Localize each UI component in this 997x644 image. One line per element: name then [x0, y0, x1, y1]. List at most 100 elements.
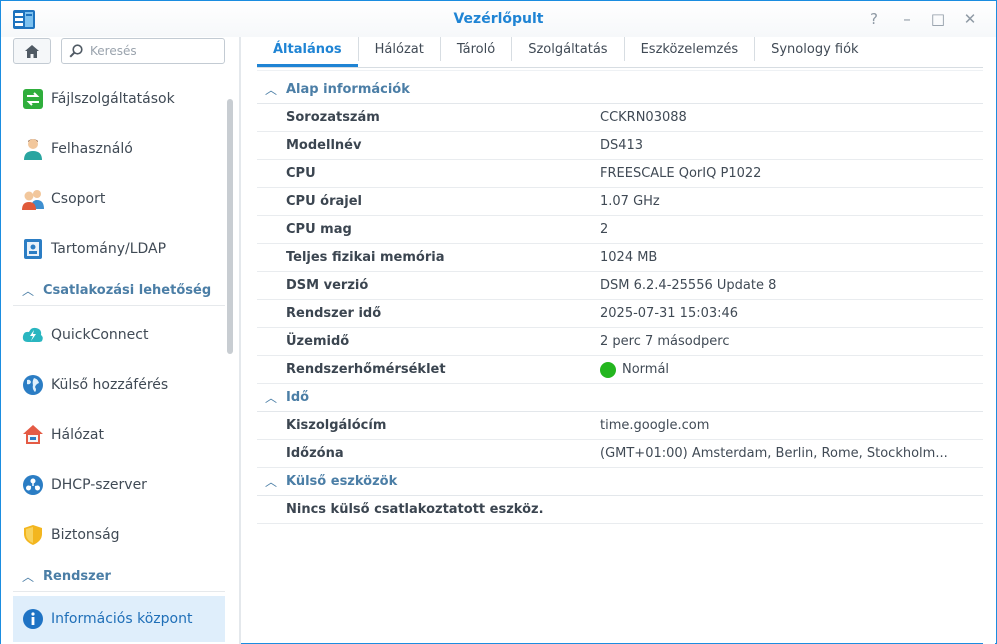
close-button[interactable]: ✕	[960, 9, 980, 29]
info-value: DS413	[600, 138, 644, 153]
info-row: CPU mag 2	[257, 216, 983, 244]
chevron-up-icon: ︿	[22, 570, 35, 584]
info-row: Időzóna (GMT+01:00) Amsterdam, Berlin, Ro…	[257, 440, 983, 468]
sidebar-item-label: Biztonság	[51, 527, 120, 543]
info-key: Teljes fizikai memória	[286, 250, 445, 265]
tab-bar: Általános Hálózat Tároló Szolgáltatás Es…	[257, 37, 983, 67]
sidebar-item-dhcp-server[interactable]: DHCP-szerver	[13, 465, 225, 505]
tab-underline	[257, 70, 983, 71]
sidebar-item-external-access[interactable]: Külső hozzáférés	[13, 365, 225, 405]
info-key: DSM verzió	[286, 278, 369, 293]
home-button[interactable]	[13, 38, 51, 64]
tab-device-analytics[interactable]: Eszközelemzés	[625, 37, 756, 61]
info-value: FREESCALE QorIQ P1022	[600, 166, 762, 181]
sidebar-item-label: DHCP-szerver	[51, 477, 147, 493]
sidebar: Fájlszolgáltatások Felhasználó Csoport T…	[1, 37, 239, 644]
chevron-up-icon: ︿	[22, 284, 35, 298]
temperature-status: Normál	[600, 361, 983, 378]
sidebar-group-system[interactable]: ︿ Rendszer	[13, 562, 225, 592]
tab-storage[interactable]: Tároló	[441, 37, 513, 61]
sidebar-group-connectivity[interactable]: ︿ Csatlakozási lehetőség	[13, 276, 225, 306]
info-key: CPU mag	[286, 222, 352, 237]
info-key: Rendszer idő	[286, 306, 382, 321]
empty-message: Nincs külső csatlakoztatott eszköz.	[286, 502, 544, 517]
search-icon	[69, 44, 83, 58]
sidebar-item-info-center[interactable]: Információs központ	[13, 596, 225, 642]
minimize-button[interactable]: –	[897, 9, 917, 29]
external-access-icon	[21, 373, 45, 397]
info-row: DSM verzió DSM 6.2.4-25556 Update 8	[257, 272, 983, 300]
window-title: Vezérlőpult	[453, 11, 544, 27]
shield-icon	[21, 523, 45, 547]
chevron-up-icon: ︿	[265, 475, 278, 489]
info-key: CPU	[286, 166, 316, 181]
chevron-up-icon: ︿	[265, 83, 278, 97]
sidebar-item-domain-ldap[interactable]: Tartomány/LDAP	[13, 229, 225, 269]
file-services-icon	[21, 87, 45, 111]
quickconnect-icon	[21, 323, 45, 347]
info-center-icon	[21, 607, 45, 631]
sidebar-group-label: Csatlakozási lehetőség	[43, 283, 212, 298]
section-external-devices[interactable]: ︿ Külső eszközök	[257, 468, 983, 496]
info-value: 1.07 GHz	[600, 194, 660, 209]
tab-underline	[257, 67, 983, 68]
info-key: Modellnév	[286, 138, 362, 153]
main-panel: Általános Hálózat Tároló Szolgáltatás Es…	[241, 37, 996, 644]
network-icon	[21, 423, 45, 447]
info-value: CCKRN03088	[600, 110, 687, 125]
section-title: Külső eszközök	[286, 474, 398, 489]
info-key: CPU órajel	[286, 194, 362, 209]
main-scrollbar-track[interactable]	[983, 37, 995, 644]
sidebar-item-quickconnect[interactable]: QuickConnect	[13, 315, 225, 355]
section-basic-info[interactable]: ︿ Alap információk	[257, 76, 983, 104]
title-bar[interactable]: Vezérlőpult ? – □ ✕	[1, 1, 996, 37]
sidebar-item-label: Tartomány/LDAP	[51, 241, 167, 257]
help-button[interactable]: ?	[864, 9, 884, 29]
maximize-button[interactable]: □	[928, 9, 948, 29]
sidebar-item-label: Csoport	[51, 191, 106, 207]
status-text: Normál	[622, 362, 670, 377]
status-ok-icon	[600, 361, 616, 378]
sidebar-item-label: QuickConnect	[51, 327, 149, 343]
sidebar-item-label: Hálózat	[51, 427, 104, 443]
info-row: Kiszolgálócím time.google.com	[257, 412, 983, 440]
sidebar-item-user[interactable]: Felhasználó	[13, 129, 225, 169]
info-value: (GMT+01:00) Amsterdam, Berlin, Rome, Sto…	[600, 446, 948, 461]
control-panel-window: Vezérlőpult ? – □ ✕ Fájlszolgáltatások	[0, 0, 997, 644]
sidebar-item-group[interactable]: Csoport	[13, 179, 225, 219]
info-content: ︿ Alap információk Sorozatszám CCKRN03088…	[257, 76, 983, 524]
section-title: Alap információk	[286, 82, 410, 97]
sidebar-item-label: Fájlszolgáltatások	[51, 91, 175, 107]
tab-network[interactable]: Hálózat	[359, 37, 441, 61]
info-row: Rendszer idő 2025-07-31 15:03:46	[257, 300, 983, 328]
tab-general[interactable]: Általános	[257, 37, 359, 67]
info-key: Sorozatszám	[286, 110, 380, 125]
domain-ldap-icon	[21, 237, 45, 261]
user-icon	[21, 137, 45, 161]
info-key: Időzóna	[286, 446, 344, 461]
dhcp-server-icon	[21, 473, 45, 497]
info-value: time.google.com	[600, 418, 710, 433]
info-value: DSM 6.2.4-25556 Update 8	[600, 278, 777, 293]
chevron-up-icon: ︿	[265, 391, 278, 405]
sidebar-item-network[interactable]: Hálózat	[13, 415, 225, 455]
home-icon	[25, 44, 39, 58]
info-value: 2025-07-31 15:03:46	[600, 306, 739, 321]
info-value: 1024 MB	[600, 250, 658, 265]
info-row: Modellnév DS413	[257, 132, 983, 160]
sidebar-item-label: Külső hozzáférés	[51, 377, 169, 393]
group-icon	[21, 187, 45, 211]
sidebar-item-label: Információs központ	[51, 611, 193, 627]
sidebar-item-security[interactable]: Biztonság	[13, 515, 225, 555]
section-time[interactable]: ︿ Idő	[257, 384, 983, 412]
search-box[interactable]	[61, 38, 225, 64]
sidebar-scrollbar[interactable]	[227, 99, 233, 354]
info-row: Sorozatszám CCKRN03088	[257, 104, 983, 132]
tab-synology-account[interactable]: Synology fiók	[755, 37, 874, 61]
search-input[interactable]	[90, 42, 218, 60]
info-row: Teljes fizikai memória 1024 MB	[257, 244, 983, 272]
info-key: Üzemidő	[286, 334, 350, 349]
tab-service[interactable]: Szolgáltatás	[512, 37, 625, 61]
sidebar-item-file-services[interactable]: Fájlszolgáltatások	[13, 79, 225, 119]
sidebar-item-label: Felhasználó	[51, 141, 133, 157]
